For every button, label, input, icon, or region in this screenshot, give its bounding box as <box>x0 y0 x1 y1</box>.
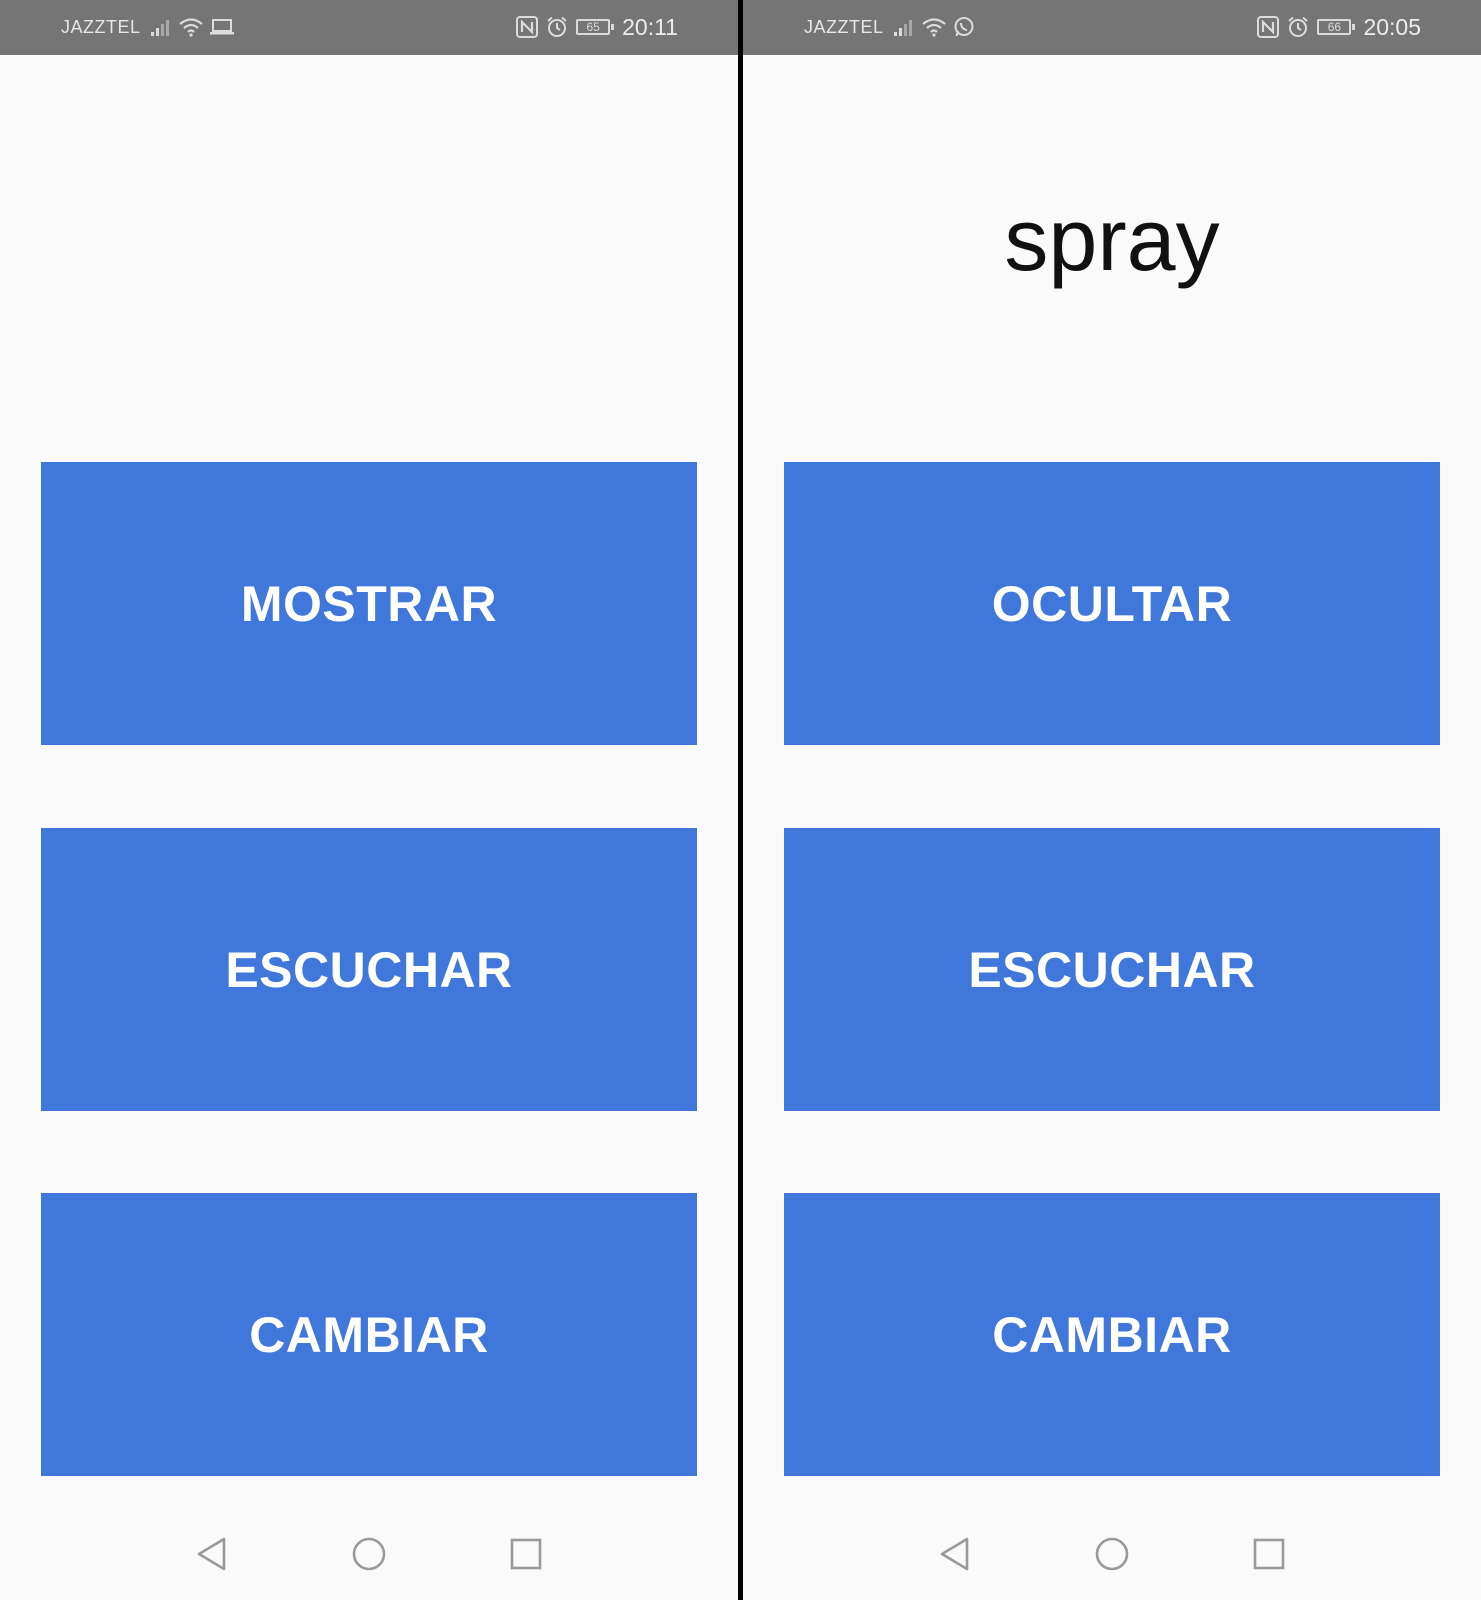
laptop-icon <box>210 18 234 36</box>
status-bar: JAZZTEL <box>0 0 738 55</box>
ocultar-button[interactable]: OCULTAR <box>784 462 1440 745</box>
status-icons-right: 65 20:11 <box>516 13 678 41</box>
status-icons-left <box>893 14 975 40</box>
status-clock: 20:11 <box>622 13 678 40</box>
status-clock: 20:05 <box>1363 13 1421 40</box>
home-icon[interactable] <box>1090 1532 1134 1576</box>
status-icons-right: 66 20:05 <box>1257 13 1421 41</box>
carrier-label: JAZZTEL <box>804 17 884 37</box>
status-icons-left <box>150 14 234 40</box>
phone-screen-right: JAZZTEL 66 20:05 spray OCULTAR ESCUCHAR … <box>743 0 1481 1600</box>
back-icon[interactable] <box>190 1532 234 1576</box>
signal-icon <box>150 17 172 37</box>
navigation-bar <box>743 1510 1481 1600</box>
status-bar: JAZZTEL <box>743 0 1481 55</box>
battery-icon: 65 <box>576 19 615 35</box>
word-display: spray <box>1004 190 1220 289</box>
signal-icon <box>893 17 915 37</box>
recents-icon[interactable] <box>1247 1532 1291 1576</box>
carrier-label: JAZZTEL <box>61 17 141 37</box>
recents-icon[interactable] <box>504 1532 548 1576</box>
escuchar-button[interactable]: ESCUCHAR <box>41 828 697 1111</box>
mostrar-button[interactable]: MOSTRAR <box>41 462 697 745</box>
nfc-icon <box>1257 16 1280 38</box>
phone-screen-left: JAZZTEL 65 20:11 MOSTRAR ESCUCHAR CAMBIA… <box>0 0 738 1600</box>
alarm-icon <box>546 16 568 38</box>
battery-icon: 66 <box>1317 19 1356 35</box>
cambiar-button[interactable]: CAMBIAR <box>41 1193 697 1476</box>
home-icon[interactable] <box>347 1532 391 1576</box>
alarm-icon <box>1287 16 1309 38</box>
back-icon[interactable] <box>933 1532 977 1576</box>
escuchar-button[interactable]: ESCUCHAR <box>784 828 1440 1111</box>
navigation-bar <box>0 1510 738 1600</box>
nfc-icon <box>516 16 539 38</box>
cambiar-button[interactable]: CAMBIAR <box>784 1193 1440 1476</box>
wifi-icon <box>178 17 204 37</box>
whatsapp-icon <box>953 16 975 38</box>
wifi-icon <box>921 17 947 37</box>
two-phone-comparison: JAZZTEL 65 20:11 MOSTRAR ESCUCHAR CAMBIA… <box>0 0 1481 1600</box>
